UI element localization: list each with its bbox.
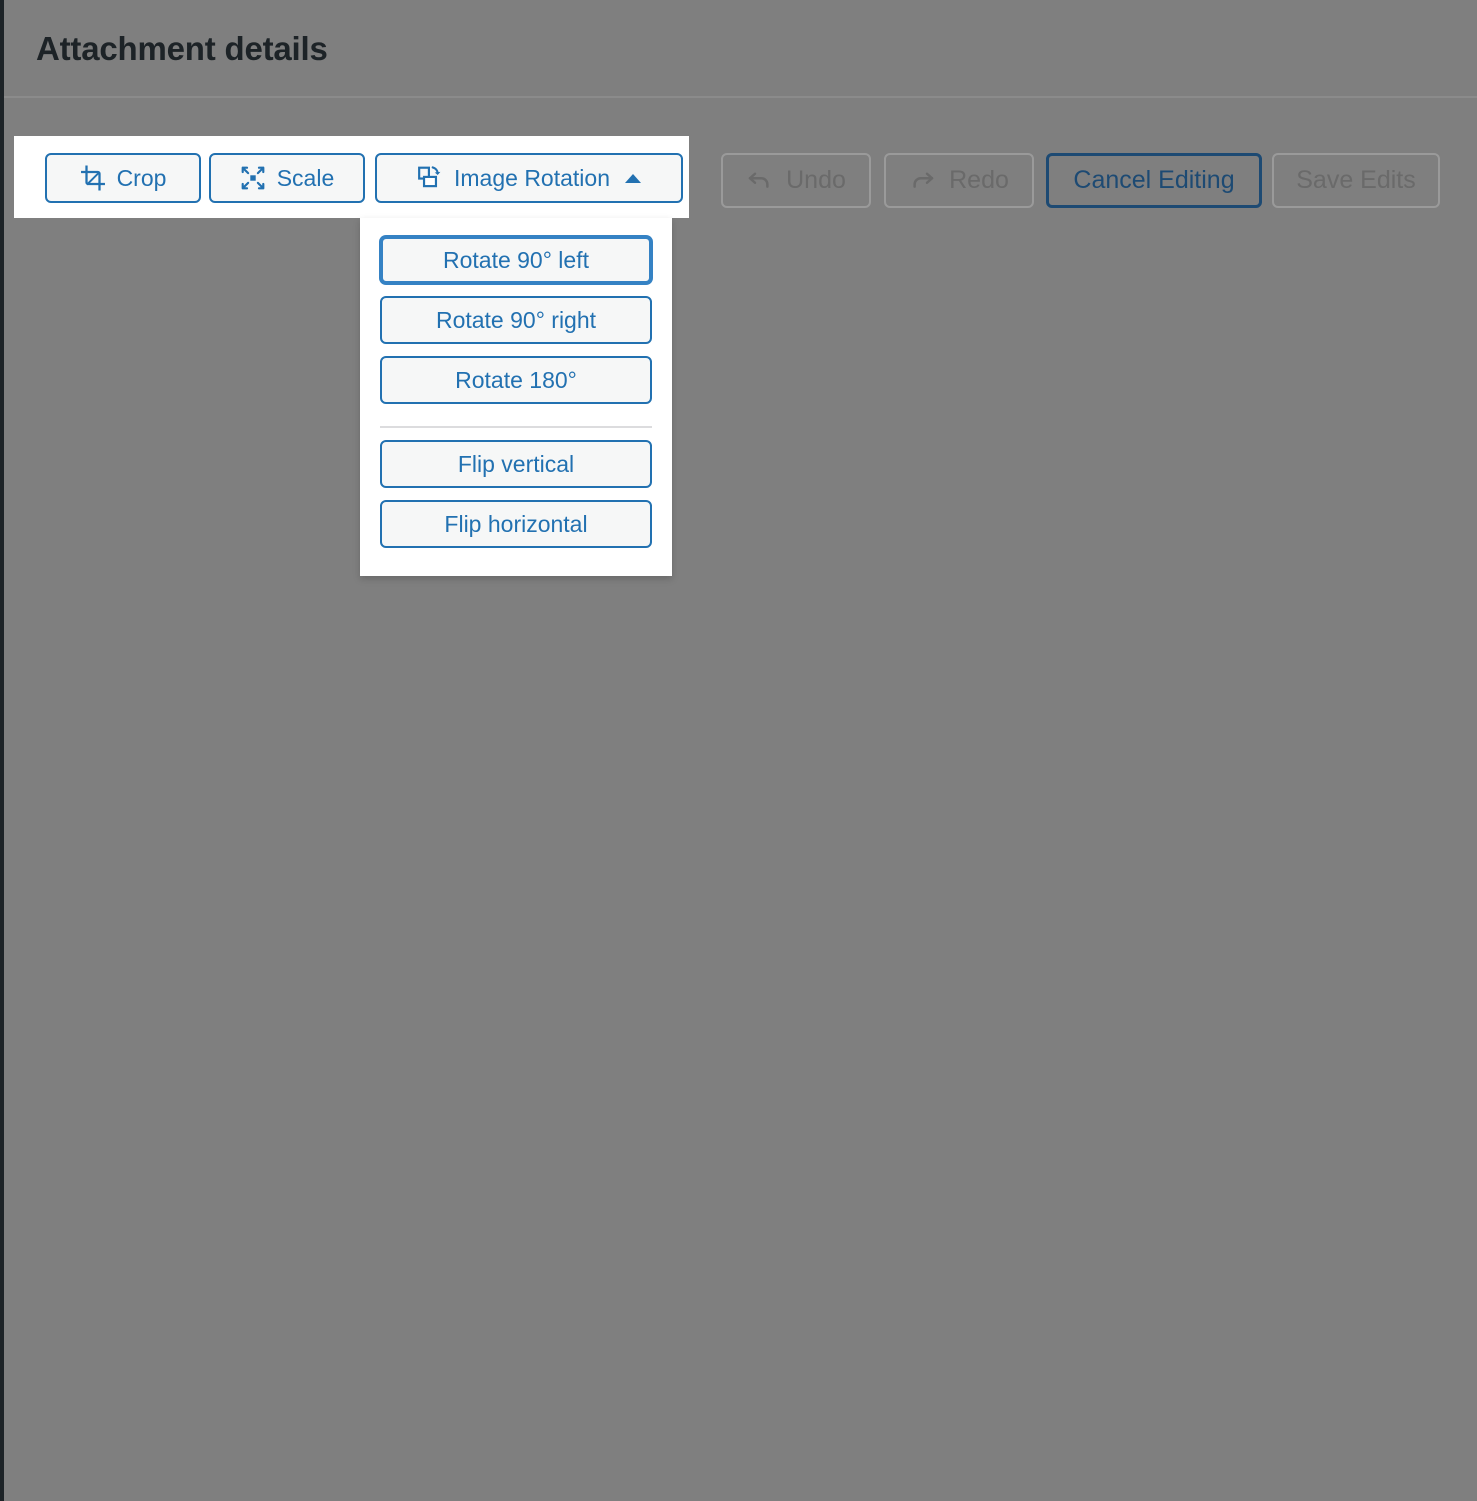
cancel-editing-button[interactable]: Cancel Editing xyxy=(1046,153,1262,208)
crop-button[interactable]: Crop xyxy=(45,153,201,203)
redo-button[interactable]: Redo xyxy=(884,153,1034,208)
image-rotation-menu: Rotate 90° left Rotate 90° right Rotate … xyxy=(360,218,672,576)
scale-button[interactable]: Scale xyxy=(209,153,365,203)
menu-item-label: Flip horizontal xyxy=(444,510,588,537)
menu-item-flip-horizontal[interactable]: Flip horizontal xyxy=(380,500,652,548)
cancel-editing-label: Cancel Editing xyxy=(1073,166,1235,194)
menu-item-rotate-90-left[interactable]: Rotate 90° left xyxy=(380,236,652,284)
menu-item-label: Rotate 90° left xyxy=(442,246,589,273)
save-edits-button[interactable]: Save Edits xyxy=(1272,153,1440,208)
header-divider xyxy=(4,96,1477,98)
page-title: Attachment details xyxy=(36,30,328,67)
scale-icon xyxy=(240,165,266,191)
menu-item-label: Rotate 180° xyxy=(455,366,577,393)
image-editor-toolbar: Crop Scale Image Rotation xyxy=(14,136,689,218)
menu-item-rotate-180[interactable]: Rotate 180° xyxy=(380,356,652,404)
crop-label: Crop xyxy=(116,164,167,191)
attachment-details-screen: Attachment details Undo Redo Cancel Edit… xyxy=(0,0,1477,1501)
redo-icon xyxy=(909,167,936,194)
admin-sidebar-rail xyxy=(0,0,4,1501)
menu-item-label: Flip vertical xyxy=(457,450,575,477)
menu-separator xyxy=(380,426,652,428)
undo-button[interactable]: Undo xyxy=(721,153,871,208)
scale-label: Scale xyxy=(276,164,335,191)
image-rotation-label: Image Rotation xyxy=(454,164,610,191)
save-edits-label: Save Edits xyxy=(1296,166,1416,194)
undo-icon xyxy=(746,167,773,194)
undo-label: Undo xyxy=(786,166,846,194)
image-rotation-button[interactable]: Image Rotation xyxy=(375,153,683,203)
redo-label: Redo xyxy=(949,166,1009,194)
menu-item-flip-vertical[interactable]: Flip vertical xyxy=(380,440,652,488)
chevron-up-icon xyxy=(624,173,641,183)
crop-icon xyxy=(80,165,106,191)
menu-item-rotate-90-right[interactable]: Rotate 90° right xyxy=(380,296,652,344)
modal-header: Attachment details xyxy=(0,0,1477,97)
menu-item-label: Rotate 90° right xyxy=(435,306,597,333)
image-rotation-icon xyxy=(417,165,443,191)
